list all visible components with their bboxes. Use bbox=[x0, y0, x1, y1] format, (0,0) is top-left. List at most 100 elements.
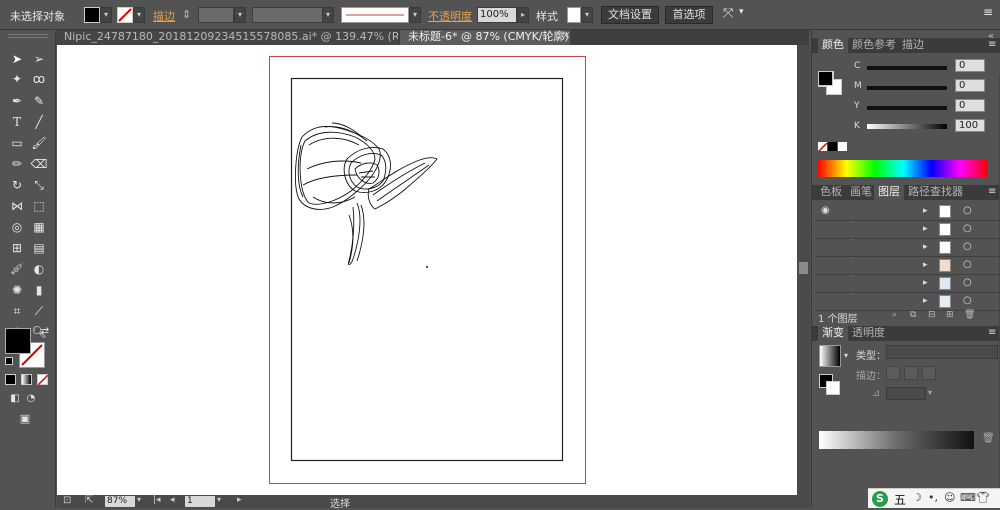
stroke-gradient-option-3[interactable] bbox=[922, 366, 936, 380]
selection-tool-icon[interactable]: ➤ bbox=[8, 51, 26, 67]
preferences-button[interactable]: 首选项 bbox=[665, 6, 713, 24]
target-circle-icon[interactable]: ○ bbox=[963, 205, 972, 216]
eyedropper-tool-icon[interactable]: 💉︎ bbox=[8, 261, 26, 277]
expand-arrow-icon[interactable]: ▸ bbox=[923, 242, 928, 252]
layer-row[interactable]: ▸ ○ bbox=[815, 222, 999, 239]
new-layer-icon[interactable]: ⊞ bbox=[946, 310, 954, 320]
panel-menu-icon[interactable]: ≡ bbox=[988, 186, 996, 197]
tab-brushes[interactable]: 画笔 bbox=[846, 185, 876, 200]
vertical-scroll-thumb[interactable] bbox=[799, 262, 808, 274]
stroke-weight-input[interactable] bbox=[198, 7, 234, 23]
punctuation-icon[interactable]: •, bbox=[928, 491, 938, 504]
layer-row[interactable]: ◉ ▸ ○ bbox=[815, 204, 999, 221]
black-slider[interactable] bbox=[867, 124, 947, 129]
line-tool-icon[interactable]: ╱ bbox=[30, 114, 48, 130]
layer-row[interactable]: ▸ ○ bbox=[815, 294, 999, 311]
stroke-weight-stepper[interactable]: ⇕ bbox=[182, 8, 191, 21]
target-circle-icon[interactable]: ○ bbox=[963, 241, 972, 252]
brush-definition[interactable] bbox=[341, 7, 409, 23]
artboard-tool-icon[interactable]: ⌗ bbox=[8, 303, 26, 319]
tab-nipic-document[interactable]: Nipic_24787180_20181209234515578085.ai* … bbox=[56, 30, 398, 45]
color-mode-button[interactable] bbox=[5, 374, 16, 385]
delete-layer-icon[interactable]: 🗑︎ bbox=[964, 310, 975, 320]
color-panel-fill-box-front[interactable] bbox=[818, 71, 833, 86]
free-transform-tool-icon[interactable]: ⬚ bbox=[30, 198, 48, 214]
rotate-tool-icon[interactable]: ↻ bbox=[8, 177, 26, 193]
tab-color-guide[interactable]: 颜色参考 bbox=[848, 38, 900, 53]
tab-untitled-6[interactable]: 未标题-6* @ 87% (CMYK/轮廓) bbox=[400, 30, 570, 45]
panel-menu-icon[interactable]: ≡ bbox=[983, 5, 993, 19]
arrange-dropdown-icon[interactable]: ▾ bbox=[739, 7, 744, 17]
tab-pathfinder[interactable]: 路径查找器 bbox=[904, 185, 967, 200]
emoji-icon[interactable]: ☺ bbox=[944, 491, 955, 504]
target-circle-icon[interactable]: ○ bbox=[963, 223, 972, 234]
tab-swatches[interactable]: 色板 bbox=[816, 185, 846, 200]
layer-row[interactable]: ▸ ○ bbox=[815, 276, 999, 293]
gradient-preview-dropdown-icon[interactable]: ▾ bbox=[844, 351, 848, 360]
fill-color-box-front[interactable] bbox=[5, 328, 31, 354]
slice-tool-icon[interactable]: ⟋ bbox=[30, 303, 48, 319]
cyan-value-input[interactable]: 0 bbox=[955, 59, 985, 72]
sogou-logo-icon[interactable]: S bbox=[872, 491, 888, 507]
pencil-tool-icon[interactable]: ✏ bbox=[8, 156, 26, 172]
column-graph-tool-icon[interactable]: ▮ bbox=[30, 282, 48, 298]
rectangle-tool-icon[interactable]: ▭ bbox=[8, 135, 26, 151]
export-icon[interactable]: ⇱ bbox=[85, 495, 93, 506]
type-tool-icon[interactable]: T bbox=[8, 114, 26, 130]
target-circle-icon[interactable]: ○ bbox=[963, 259, 972, 270]
gradient-mode-button[interactable] bbox=[21, 374, 32, 385]
prev-artboard-icon[interactable]: ◂ bbox=[170, 495, 175, 505]
keyboard-icon[interactable]: ⌨ bbox=[960, 491, 976, 504]
panel-menu-icon[interactable]: ≡ bbox=[988, 39, 996, 50]
new-sublayer-icon[interactable]: ⊟ bbox=[928, 310, 936, 320]
shape-builder-tool-icon[interactable]: ◎ bbox=[8, 219, 26, 235]
mesh-tool-icon[interactable]: ⊞ bbox=[8, 240, 26, 256]
layer-row[interactable]: ▸ ○ bbox=[815, 240, 999, 257]
none-mode-button[interactable] bbox=[37, 374, 49, 386]
artboard-number-field[interactable]: 1 bbox=[185, 496, 215, 507]
style-dropdown[interactable]: ▾ bbox=[581, 7, 593, 23]
magic-wand-tool-icon[interactable]: ✦ bbox=[8, 71, 26, 87]
artboard-dropdown-icon[interactable]: ▾ bbox=[217, 495, 221, 504]
blend-tool-icon[interactable]: ◐ bbox=[30, 261, 48, 277]
toolbox-grip[interactable] bbox=[8, 34, 48, 38]
angle-input[interactable] bbox=[886, 387, 926, 400]
fill-dropdown[interactable]: ▾ bbox=[100, 7, 112, 23]
fill-swatch[interactable] bbox=[84, 7, 100, 23]
tab-transparency[interactable]: 透明度 bbox=[848, 326, 889, 341]
screen-mode-icon[interactable]: ▣ bbox=[16, 411, 34, 427]
target-circle-icon[interactable]: ○ bbox=[963, 295, 972, 306]
opacity-label[interactable]: 不透明度 bbox=[428, 8, 472, 24]
expand-arrow-icon[interactable]: ▸ bbox=[923, 260, 928, 270]
pen-tool-icon[interactable]: ✒ bbox=[8, 93, 26, 109]
default-colors-icon[interactable] bbox=[5, 357, 13, 365]
expand-arrow-icon[interactable]: ▸ bbox=[923, 224, 928, 234]
curvature-tool-icon[interactable]: ✎ bbox=[30, 93, 48, 109]
lasso-tool-icon[interactable]: ꝏ bbox=[30, 71, 48, 87]
expand-arrow-icon[interactable]: ▸ bbox=[923, 278, 928, 288]
expand-arrow-icon[interactable]: ▸ bbox=[923, 296, 928, 306]
close-tab-icon[interactable]: × bbox=[562, 30, 570, 41]
next-artboard-icon[interactable]: ▸ bbox=[237, 495, 242, 505]
target-circle-icon[interactable]: ○ bbox=[963, 277, 972, 288]
brush-dropdown[interactable]: ▾ bbox=[409, 7, 421, 23]
layer-row[interactable]: ▸ ○ bbox=[815, 258, 999, 275]
opacity-dropdown[interactable]: ▸ bbox=[517, 7, 529, 23]
artboard-nav-icon[interactable]: ⊡ bbox=[63, 495, 71, 506]
symbol-sprayer-tool-icon[interactable]: ✺ bbox=[8, 282, 26, 298]
gradient-tool-icon[interactable]: ▤ bbox=[30, 240, 48, 256]
opacity-input[interactable]: 100% bbox=[477, 7, 517, 23]
stroke-weight-dropdown[interactable]: ▾ bbox=[234, 7, 246, 23]
visibility-eye-icon[interactable]: ◉ bbox=[821, 205, 830, 216]
stroke-label[interactable]: 描边 bbox=[153, 8, 175, 24]
swap-fill-stroke-icon[interactable]: ⇄ bbox=[36, 324, 54, 340]
tab-layers[interactable]: 图层 bbox=[874, 185, 904, 200]
tab-color[interactable]: 颜色 bbox=[818, 38, 848, 53]
tab-gradient[interactable]: 渐变 bbox=[818, 326, 848, 341]
black-swatch[interactable] bbox=[828, 142, 837, 151]
magenta-slider[interactable] bbox=[867, 86, 947, 90]
perspective-grid-tool-icon[interactable]: ▦ bbox=[30, 219, 48, 235]
gradient-type-select[interactable] bbox=[886, 345, 998, 359]
shirt-icon[interactable]: 👕︎ bbox=[976, 491, 990, 504]
expand-arrow-icon[interactable]: ▸ bbox=[923, 206, 928, 216]
